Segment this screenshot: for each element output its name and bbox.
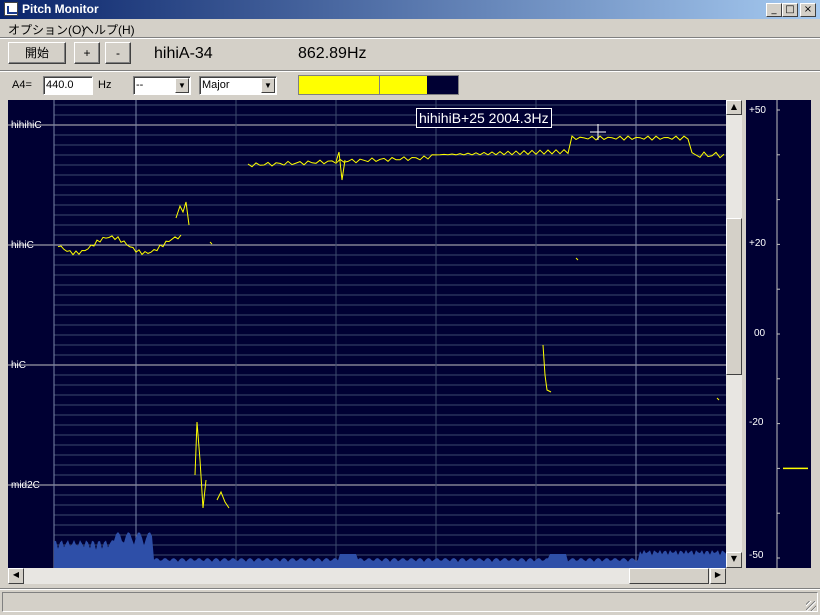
cents-label-zero: 00	[754, 328, 766, 339]
menu-help[interactable]: ヘルプ(H)	[82, 21, 135, 38]
horizontal-scroll-thumb[interactable]	[629, 568, 709, 584]
window-title: Pitch Monitor	[22, 2, 99, 16]
pitch-graph: hihihiC hihiC hiC mid2C hihihiB+25 2004.…	[8, 100, 726, 568]
note-label-hihihic: hihihiC	[11, 120, 42, 131]
pitch-graph-canvas	[8, 100, 726, 568]
status-bar	[2, 592, 818, 612]
pitch-trace-dot2	[575, 257, 579, 261]
minimize-button[interactable]: _	[766, 3, 782, 17]
cents-label-minus50: -50	[749, 550, 764, 561]
hz-label: Hz	[98, 79, 112, 91]
cents-label-minus20: -20	[749, 417, 764, 428]
maximize-button[interactable]: □	[782, 3, 798, 17]
current-note-label: hihiA-34	[154, 45, 213, 62]
current-frequency-label: 862.89Hz	[298, 45, 367, 62]
input-level-meter	[298, 75, 459, 95]
chevron-down-icon[interactable]: ▼	[261, 78, 275, 93]
close-button[interactable]: ×	[800, 3, 816, 17]
app-icon[interactable]	[4, 2, 18, 16]
key-select[interactable]: -- ▼	[133, 76, 191, 95]
level-tick	[379, 76, 380, 94]
pitch-trace-upper	[247, 135, 725, 168]
scroll-up-icon[interactable]: ▲	[726, 100, 742, 115]
pitch-trace-spike	[335, 151, 346, 181]
plus-button[interactable]: +	[74, 42, 100, 64]
scale-select[interactable]: Major ▼	[199, 76, 277, 95]
vertical-scroll-thumb[interactable]	[726, 218, 742, 375]
scroll-left-icon[interactable]: ◀	[8, 568, 24, 584]
title-bar	[0, 0, 820, 19]
cents-meter: +50 +20 00 -20 -50	[746, 100, 811, 568]
pitch-trace-dot3	[716, 397, 720, 401]
pitch-trace-dot	[209, 241, 213, 245]
menu-divider	[0, 37, 820, 39]
start-button[interactable]: 開始	[8, 42, 66, 64]
scroll-right-icon[interactable]: ▶	[710, 568, 726, 584]
note-label-hic: hiC	[11, 360, 27, 371]
resize-grip-icon[interactable]	[806, 601, 816, 611]
cents-label-plus50: +50	[749, 105, 766, 116]
minus-button[interactable]: -	[105, 42, 131, 64]
cursor-tooltip: hihihiB+25 2004.3Hz	[416, 108, 552, 128]
statusbar-divider	[0, 588, 820, 590]
pitch-trace-mid2c-tail	[216, 490, 230, 509]
note-label-hihic: hihiC	[11, 240, 34, 251]
menu-options[interactable]: オプション(O)	[8, 21, 85, 38]
horizontal-scrollbar[interactable]	[8, 568, 726, 584]
a4-label: A4=	[12, 79, 32, 91]
cents-label-plus20: +20	[749, 238, 766, 249]
scroll-down-icon[interactable]: ▼	[726, 552, 742, 568]
a4-frequency-input[interactable]: 440.0	[43, 76, 93, 95]
chevron-down-icon[interactable]: ▼	[175, 78, 189, 93]
note-label-mid2c: mid2C	[11, 480, 40, 491]
spectrum-area	[54, 532, 726, 568]
scale-select-value: Major	[202, 79, 230, 91]
input-level-fill	[299, 76, 427, 94]
toolbar-divider	[0, 70, 820, 72]
key-select-value: --	[136, 79, 144, 91]
